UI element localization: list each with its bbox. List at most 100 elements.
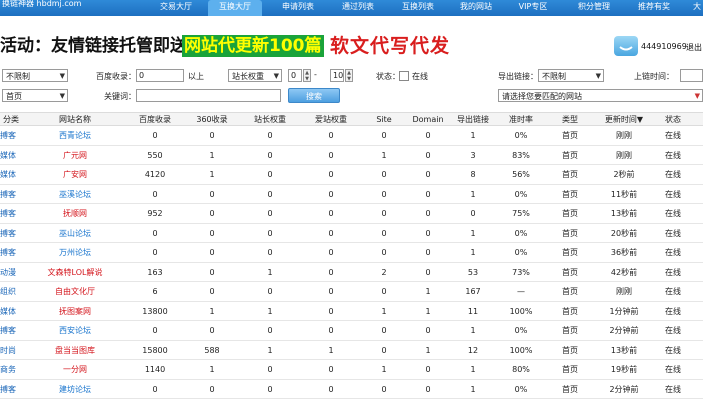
cell-site-name[interactable]: 抚顺网 [40,204,110,223]
cell-site-name[interactable]: 抚图案网 [40,302,110,321]
nav-more[interactable]: 大 [690,0,703,16]
nav-exchange-list[interactable]: 互换列表 [392,0,444,16]
cell-site-name[interactable]: 巫溪论坛 [40,185,110,204]
cell-az-weight: 0 [328,365,334,374]
cell-update-time: 2分钟前 [609,384,639,394]
cell-360: 0 [209,209,215,218]
col-site[interactable]: Site [362,113,406,127]
nav-referral[interactable]: 推荐有奖 [628,0,680,16]
col-az-weight[interactable]: 爱站权重 [304,113,358,127]
cell-site-name[interactable]: 盘当当图库 [40,341,110,360]
search-button[interactable]: 搜索 [288,88,340,103]
cell-az-weight: 0 [328,189,334,199]
col-status[interactable]: 状态 [658,113,688,127]
cell-site-name[interactable]: 巫山论坛 [40,224,110,243]
cell-site-name[interactable]: 建坊论坛 [40,380,110,399]
baidu-min-input[interactable]: 0 [136,69,184,82]
cell-category: 搏客 [0,326,16,335]
cell-baidu: 0 [152,326,158,335]
cell-zz-weight: 0 [267,209,273,218]
table-row[interactable]: 媒体 抚图案网 13800 1 1 0 1 1 11 100% 首页 1分钟前 在线 [0,302,703,321]
nav-my-sites[interactable]: 我的网站 [450,0,502,16]
cell-status: 在线 [665,365,681,374]
range-dash: - [314,70,317,79]
table-header: 分类 网站名称 百度收录 360收录 站长权重 爱站权重 Site Domain… [0,112,703,126]
table-row[interactable]: 商务 一分网 1140 1 0 0 1 0 1 80% 首页 19秒前 在线 [0,360,703,380]
nav-exchange-hall[interactable]: 互换大厅 [208,0,262,16]
nav-points[interactable]: 积分管理 [568,0,620,16]
weight-to-input[interactable]: 10 [330,69,344,82]
cell-baidu: 550 [147,150,163,160]
col-category[interactable]: 分类 [0,113,22,127]
cell-type: 首页 [562,267,578,277]
col-type[interactable]: 类型 [550,113,590,127]
table-row[interactable]: 组织 自由文化厅 6 0 0 0 0 1 167 — 首页 刚刚 在线 [0,282,703,302]
cell-site-name[interactable]: 西安论坛 [40,321,110,340]
cell-az-weight: 0 [328,131,334,140]
site-logo[interactable]: 换链神器 hbdmj.com [2,0,81,9]
cell-360: 1 [209,365,215,374]
cell-360: 1 [209,306,215,316]
cell-site-name[interactable]: 自由文化厅 [40,282,110,301]
table-row[interactable]: 媒体 广元网 550 1 0 0 1 0 3 83% 首页 刚刚 在线 [0,146,703,165]
logout-link[interactable]: 退出 [686,42,702,53]
cell-site-name[interactable]: 一分网 [40,360,110,379]
table-row[interactable]: 搏客 西安论坛 0 0 0 0 0 0 1 0% 首页 2分钟前 在线 [0,321,703,341]
cell-domain: 0 [425,365,431,374]
col-zz-weight[interactable]: 站长权重 [244,113,296,127]
chevron-down-icon: ▼ [59,92,65,100]
table-row[interactable]: 动漫 文森特LOL解说 163 0 1 0 2 0 53 73% 首页 42秒前 在线 [0,263,703,282]
table-row[interactable]: 搏客 万州论坛 0 0 0 0 0 0 1 0% 首页 36秒前 在线 [0,243,703,263]
cell-domain: 0 [425,384,431,394]
col-site-name[interactable]: 网站名称 [40,113,110,127]
export-select[interactable]: 不限制 ▼ [538,69,604,82]
update-time-select[interactable] [680,69,703,82]
col-rate[interactable]: 准时率 [500,113,542,127]
cell-site: 0 [381,228,387,238]
cell-site-name[interactable]: 万州论坛 [40,243,110,262]
cell-export: 1 [470,326,476,335]
col-export[interactable]: 导出链接 [452,113,494,127]
nav-vip-zone[interactable]: VIP专区 [508,0,558,16]
col-baidu[interactable]: 百度收录 [130,113,180,127]
nav-trade-hall[interactable]: 交易大厅 [150,0,202,16]
promo-text-activity: 活动：友情链接托管即送 [0,36,187,56]
cell-export: 12 [467,345,479,355]
table-row[interactable]: 时尚 盘当当图库 15800 588 1 1 0 1 12 100% 首页 13秒前 在线 [0,341,703,360]
weight-to-stepper[interactable]: ▲ ▼ [345,69,353,82]
nav-apply-list[interactable]: 申请列表 [272,0,324,16]
cell-site-name[interactable]: 西青论坛 [40,126,110,145]
weight-from-stepper[interactable]: ▲ ▼ [303,69,311,82]
table-row[interactable]: 搏客 巫溪论坛 0 0 0 0 0 0 1 0% 首页 11秒前 在线 [0,185,703,204]
category-select[interactable]: 不限制 ▼ [2,69,68,82]
cell-baidu: 0 [152,189,158,199]
weight-from-input[interactable]: 0 [288,69,302,82]
cell-az-weight: 1 [328,345,334,355]
match-site-select[interactable]: 请选择您要匹配的网站 ▼ [498,89,703,102]
cell-az-weight: 0 [328,384,334,394]
col-update-time[interactable]: 更新时间▼ [598,113,650,127]
table-row[interactable]: 搏客 西青论坛 0 0 0 0 0 0 1 0% 首页 刚刚 在线 [0,126,703,146]
cell-update-time: 刚刚 [616,150,632,160]
col-domain[interactable]: Domain [408,113,448,127]
weight-type-select[interactable]: 站长权重 ▼ [228,69,282,82]
cell-export: 3 [470,150,476,160]
chevron-down-icon: ▼ [273,72,279,80]
page-type-select[interactable]: 首页 ▼ [2,89,68,102]
table-row[interactable]: 搏客 巫山论坛 0 0 0 0 0 0 1 0% 首页 20秒前 在线 [0,224,703,243]
cell-site-name[interactable]: 广安网 [40,165,110,184]
table-row[interactable]: 搏客 建坊论坛 0 0 0 0 0 0 1 0% 首页 2分钟前 在线 [0,380,703,399]
keyword-input[interactable] [136,89,281,102]
table-row[interactable]: 媒体 广安网 4120 1 0 0 0 0 8 56% 首页 2秒前 在线 [0,165,703,185]
cell-site-name[interactable]: 文森特LOL解说 [40,263,110,282]
table-row[interactable]: 搏客 抚顺网 952 0 0 0 0 0 0 75% 首页 13秒前 在线 [0,204,703,224]
nav-approved-list[interactable]: 通过列表 [332,0,384,16]
cell-360: 0 [209,248,215,257]
cell-zz-weight: 1 [267,306,273,316]
cell-update-time: 1分钟前 [609,306,639,316]
cell-export: 1 [470,248,476,257]
cell-zz-weight: 0 [267,170,273,179]
cell-site-name[interactable]: 广元网 [40,146,110,165]
online-checkbox[interactable] [399,71,409,81]
col-360[interactable]: 360收录 [186,113,238,127]
